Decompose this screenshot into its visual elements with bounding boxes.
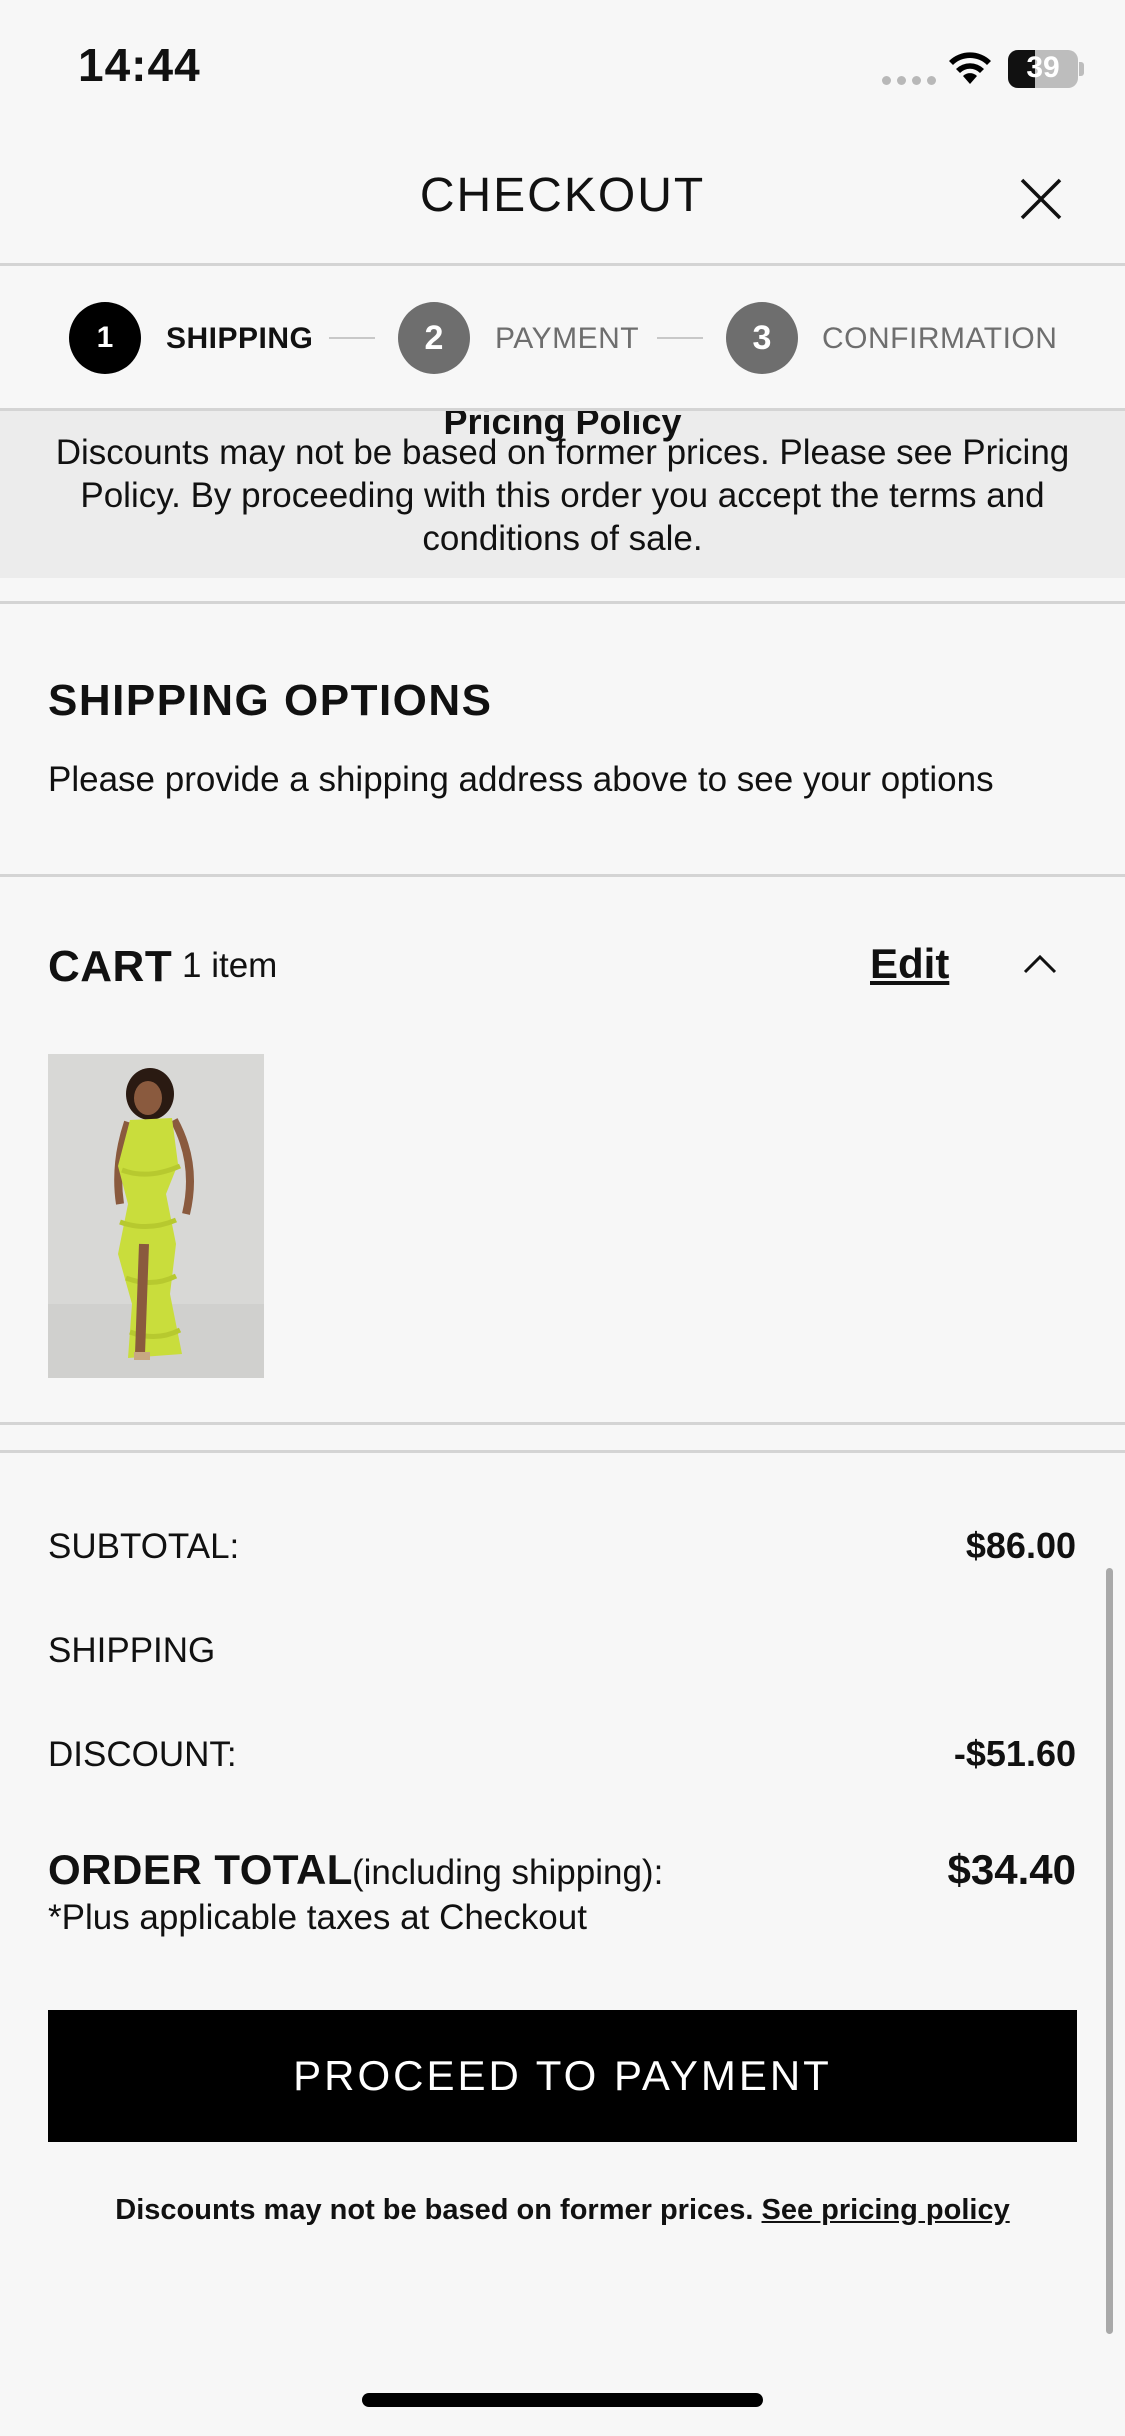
page-title: CHECKOUT [419, 169, 706, 222]
shipping-label: SHIPPING [48, 1631, 216, 1670]
cart-item-image[interactable] [48, 1054, 264, 1378]
section-divider [0, 1422, 1125, 1425]
shipping-options-title: SHIPPING OPTIONS [48, 676, 493, 725]
step-connector [657, 337, 703, 339]
step-2-circle: 2 [398, 302, 470, 374]
status-time: 14:44 [78, 39, 201, 91]
header-divider [0, 263, 1125, 266]
order-total-qualifier: (including shipping): [352, 1853, 664, 1892]
battery-level: 39 [1026, 51, 1060, 84]
step-1-circle: 1 [69, 302, 141, 374]
signal-icon [882, 76, 936, 85]
notice-text: Discounts may not be based on former pri… [55, 433, 1070, 558]
pricing-policy-link[interactable]: See pricing policy [762, 2194, 1010, 2226]
home-indicator[interactable] [362, 2393, 763, 2407]
step-2-label[interactable]: PAYMENT [495, 322, 639, 356]
step-3-circle: 3 [726, 302, 798, 374]
step-connector [329, 337, 375, 339]
discount-label: DISCOUNT: [48, 1735, 237, 1774]
cart-title: CART [48, 942, 173, 991]
section-divider [0, 1450, 1125, 1453]
footnote-text: Discounts may not be based on former pri… [115, 2194, 754, 2226]
order-total-value: $34.40 [947, 1846, 1076, 1893]
cart-count: 1 item [182, 946, 278, 985]
tax-note: *Plus applicable taxes at Checkout [48, 1898, 587, 1937]
cart-edit-link[interactable]: Edit [870, 940, 949, 988]
section-divider [0, 601, 1125, 604]
subtotal-value: $86.00 [965, 1525, 1076, 1566]
pricing-notice: Pricing Policy Discounts may not be base… [0, 411, 1125, 578]
pricing-footnote: Discounts may not be based on former pri… [0, 2194, 1125, 2227]
wifi-icon [949, 52, 991, 84]
proceed-to-payment-button[interactable]: PROCEED TO PAYMENT [48, 2010, 1077, 2142]
close-button[interactable] [1010, 168, 1072, 230]
subtotal-label: SUBTOTAL: [48, 1527, 240, 1566]
close-icon [1020, 178, 1062, 220]
chevron-up-icon[interactable] [1022, 952, 1058, 976]
scrollbar[interactable] [1106, 1568, 1113, 2334]
step-1-label[interactable]: SHIPPING [166, 322, 313, 356]
battery-cap [1079, 62, 1084, 76]
step-3-label[interactable]: CONFIRMATION [822, 322, 1057, 356]
product-photo [48, 1054, 264, 1378]
section-divider [0, 874, 1125, 877]
discount-value: -$51.60 [953, 1733, 1076, 1774]
battery-icon: 39 [1008, 50, 1078, 88]
order-total-label: ORDER TOTAL [48, 1846, 353, 1893]
shipping-options-message: Please provide a shipping address above … [48, 760, 994, 799]
